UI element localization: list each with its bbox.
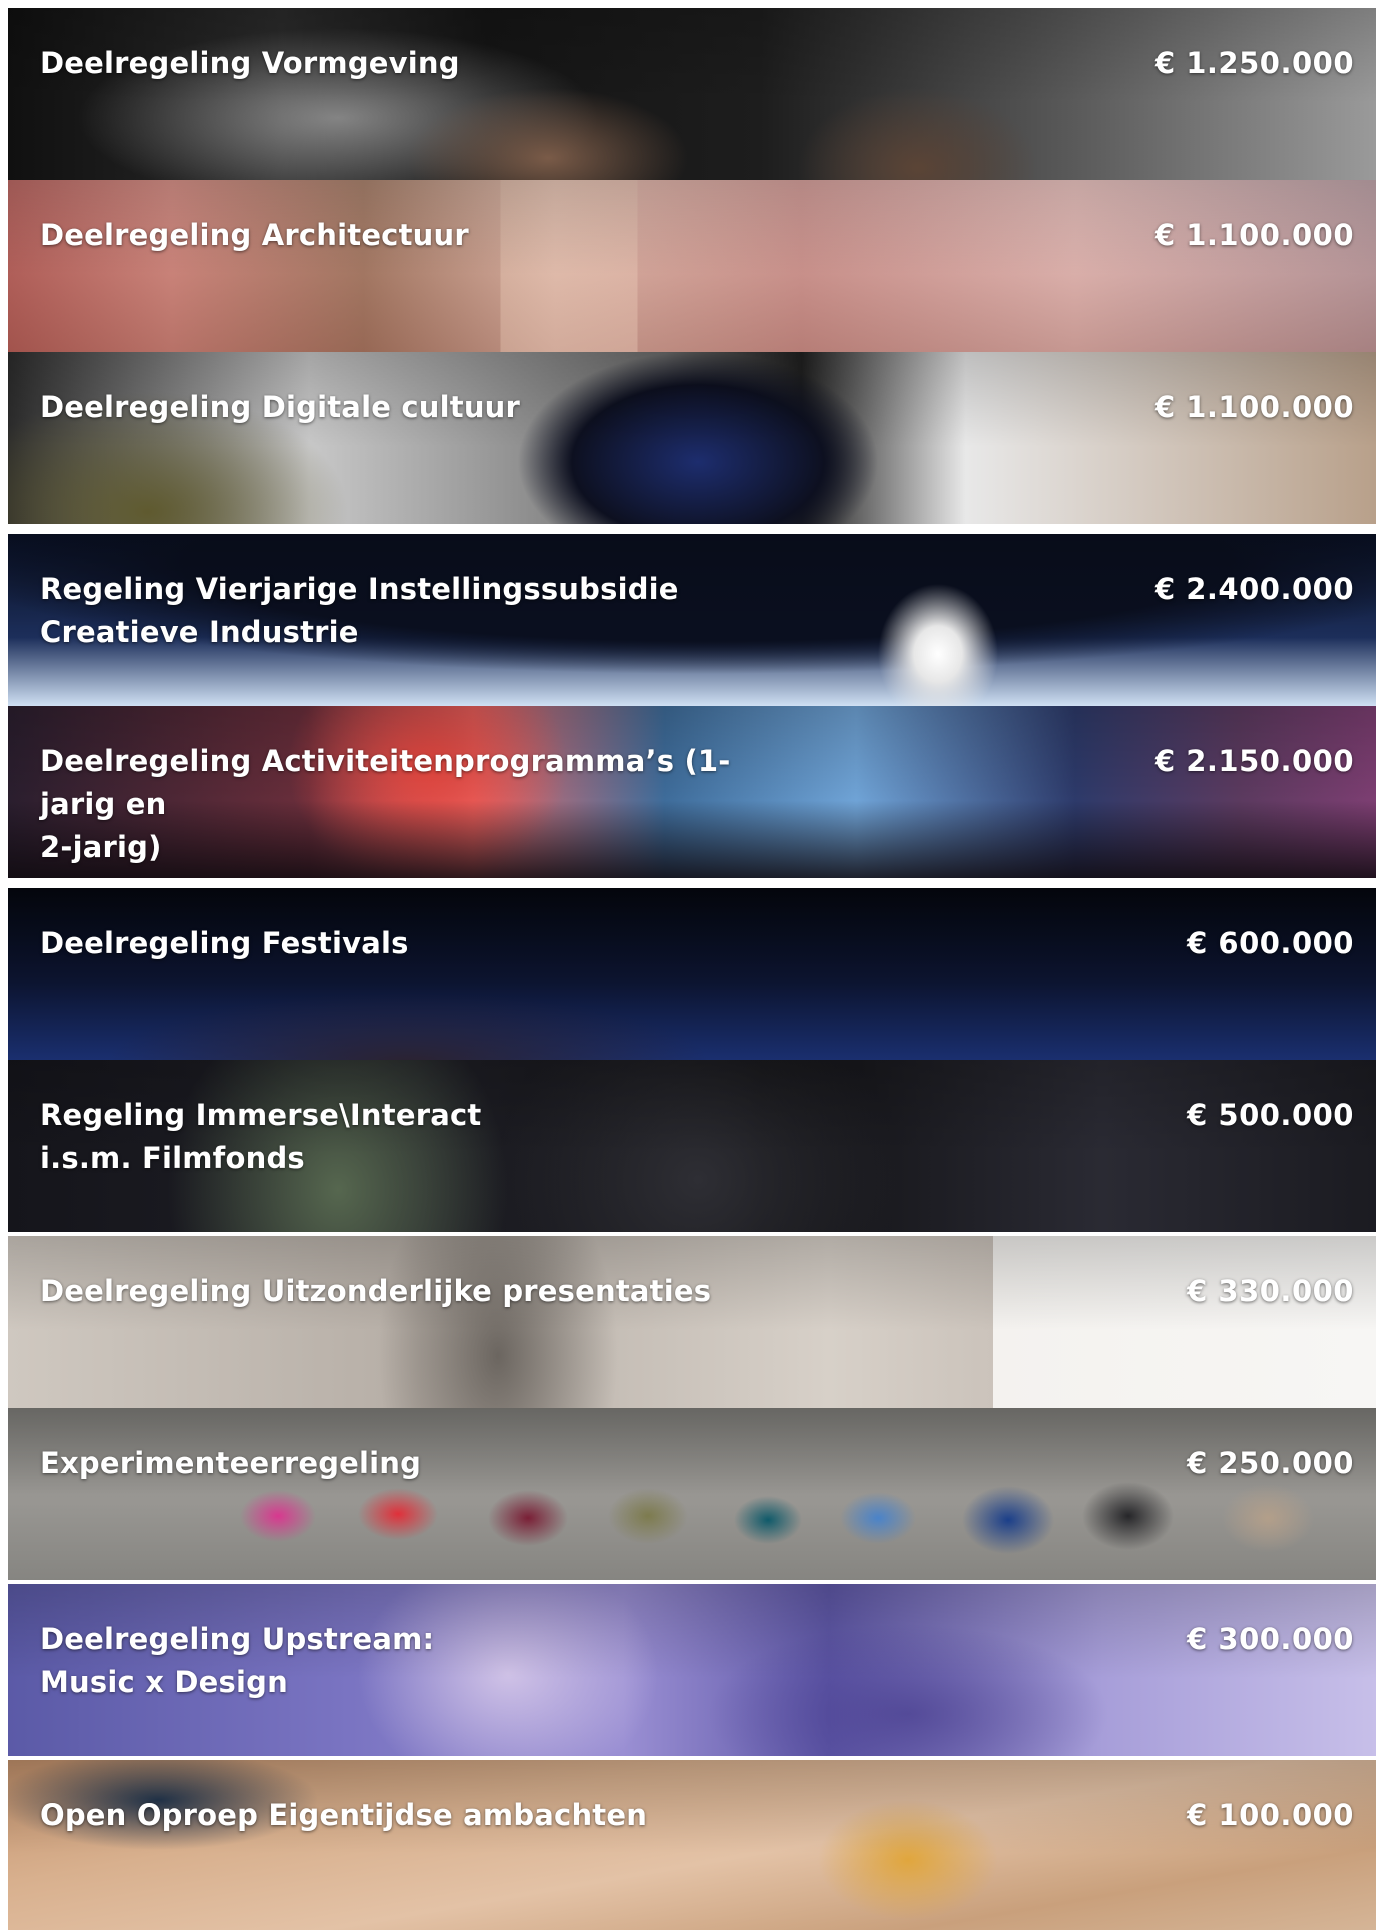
regeling-band: Regeling Vierjarige Instellingssubsidie … <box>8 534 1376 707</box>
regeling-amount: € 100.000 <box>1187 1798 1354 1832</box>
regeling-band: Deelregeling Activiteitenprogramma’s (1-… <box>8 706 1376 879</box>
regeling-title: Deelregeling Digitale cultuur <box>40 390 521 424</box>
regeling-band: Deelregeling Festivals € 600.000 <box>8 888 1376 1061</box>
regeling-band: Deelregeling Vormgeving € 1.250.000 <box>8 8 1376 181</box>
regeling-title: Deelregeling Festivals <box>40 926 409 960</box>
regeling-band: Open Oproep Eigentijdse ambachten € 100.… <box>8 1760 1376 1931</box>
regeling-band: Regeling Immerse\Interact i.s.m. Filmfon… <box>8 1060 1376 1233</box>
regeling-title: Deelregeling Uitzonderlijke presentaties <box>40 1274 712 1308</box>
regeling-amount: € 1.100.000 <box>1154 218 1354 252</box>
regeling-title: Deelregeling Upstream: Music x Design <box>40 1622 435 1699</box>
regeling-title: Open Oproep Eigentijdse ambachten <box>40 1798 648 1832</box>
regeling-title: Regeling Immerse\Interact i.s.m. Filmfon… <box>40 1098 482 1175</box>
regeling-title: Deelregeling Vormgeving <box>40 46 460 80</box>
regeling-title: Experimenteerregeling <box>40 1446 422 1480</box>
regeling-amount: € 250.000 <box>1187 1446 1354 1480</box>
regeling-band: Deelregeling Architectuur € 1.100.000 <box>8 180 1376 353</box>
regeling-amount: € 300.000 <box>1187 1622 1354 1656</box>
regeling-band: Deelregeling Uitzonderlijke presentaties… <box>8 1236 1376 1409</box>
regeling-band: Deelregeling Upstream: Music x Design € … <box>8 1584 1376 1757</box>
regeling-amount: € 2.400.000 <box>1154 572 1354 606</box>
regeling-title: Deelregeling Activiteitenprogramma’s (1-… <box>40 744 731 864</box>
regeling-amount: € 2.150.000 <box>1154 744 1354 778</box>
regeling-amount: € 330.000 <box>1187 1274 1354 1308</box>
regeling-amount: € 500.000 <box>1187 1098 1354 1132</box>
regeling-title: Regeling Vierjarige Instellingssubsidie … <box>40 572 679 649</box>
regeling-amount: € 600.000 <box>1187 926 1354 960</box>
regeling-band: Experimenteerregeling € 250.000 <box>8 1408 1376 1581</box>
regeling-title: Deelregeling Architectuur <box>40 218 469 252</box>
regeling-amount: € 1.250.000 <box>1154 46 1354 80</box>
regeling-band: Deelregeling Digitale cultuur € 1.100.00… <box>8 352 1376 525</box>
regelingen-list: Deelregeling Vormgeving € 1.250.000 Deel… <box>8 8 1376 1931</box>
regeling-amount: € 1.100.000 <box>1154 390 1354 424</box>
